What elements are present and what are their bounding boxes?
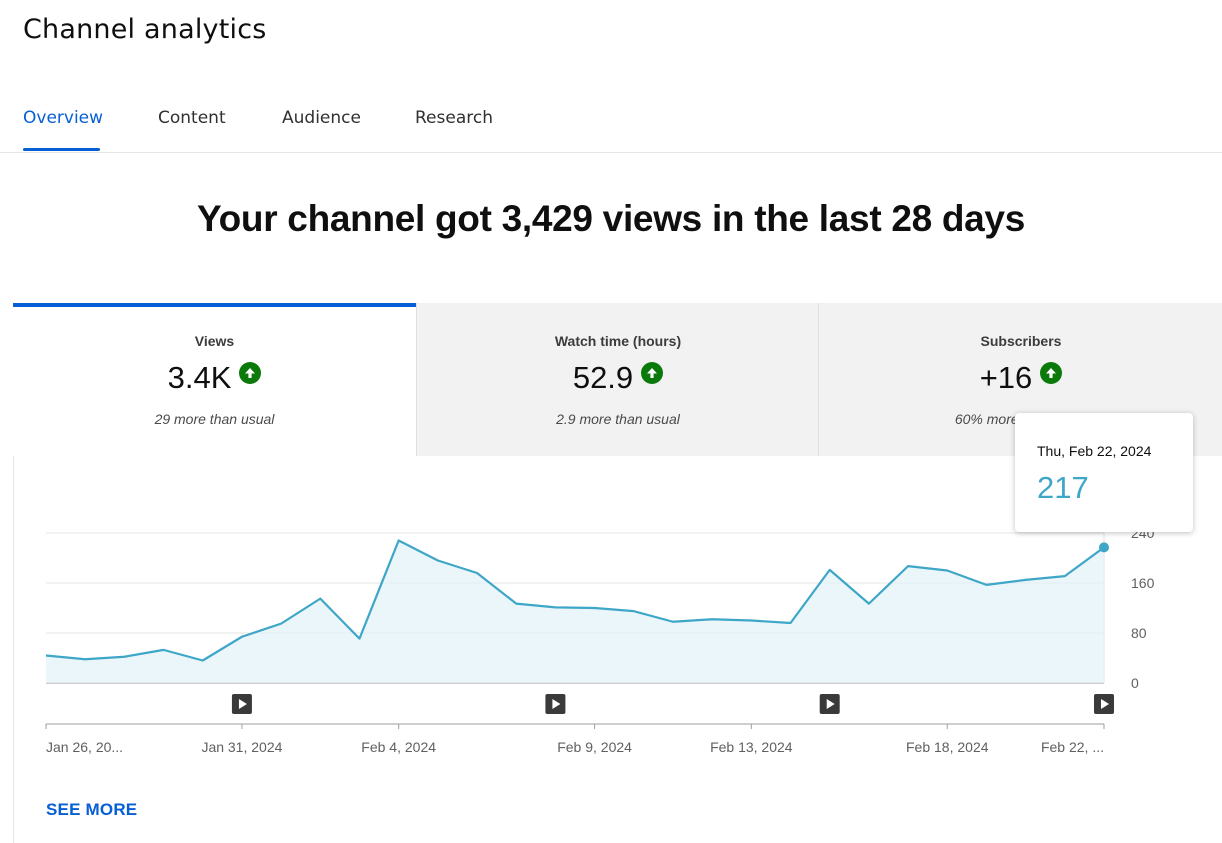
data-point xyxy=(240,635,244,639)
data-point xyxy=(397,539,401,543)
x-tick-label: Feb 13, 2024 xyxy=(710,739,793,755)
chart-tooltip: Thu, Feb 22, 2024 217 xyxy=(1015,413,1193,532)
y-tick-label: 80 xyxy=(1131,625,1147,641)
video-marker-icon xyxy=(1094,694,1114,714)
data-point xyxy=(162,648,166,652)
tooltip-value: 217 xyxy=(1037,470,1089,505)
data-point xyxy=(593,606,597,610)
data-point xyxy=(945,569,949,573)
data-point xyxy=(201,659,205,663)
views-area xyxy=(46,540,1104,683)
data-point xyxy=(749,619,753,623)
x-tick-label: Feb 18, 2024 xyxy=(906,739,989,755)
data-point xyxy=(318,597,322,601)
video-marker-icon xyxy=(231,694,252,714)
data-point xyxy=(279,622,283,626)
see-more-link[interactable]: SEE MORE xyxy=(46,800,137,820)
data-point xyxy=(553,605,557,609)
data-point xyxy=(789,621,793,625)
x-tick-label: Jan 31, 2024 xyxy=(201,739,282,755)
data-point xyxy=(671,620,675,624)
data-point xyxy=(867,602,871,606)
data-point xyxy=(632,609,636,613)
x-tick-label: Feb 9, 2024 xyxy=(557,739,632,755)
data-point xyxy=(1024,578,1028,582)
x-tick-label: Feb 4, 2024 xyxy=(361,739,436,755)
data-point xyxy=(44,654,48,658)
data-point xyxy=(1063,574,1067,578)
video-marker-icon xyxy=(819,694,840,714)
data-point xyxy=(984,583,988,587)
x-tick-label: Jan 26, 20... xyxy=(46,739,123,755)
video-marker-icon xyxy=(545,694,566,714)
data-point xyxy=(122,655,126,659)
data-point xyxy=(828,568,832,572)
data-point xyxy=(475,571,479,575)
data-point xyxy=(436,559,440,563)
x-tick-label: Feb 22, ... xyxy=(1041,739,1104,755)
data-point xyxy=(514,602,518,606)
tooltip-date: Thu, Feb 22, 2024 xyxy=(1037,443,1152,459)
data-point xyxy=(710,617,714,621)
data-point xyxy=(357,637,361,641)
y-tick-label: 0 xyxy=(1131,675,1139,691)
data-point xyxy=(83,657,87,661)
y-tick-label: 160 xyxy=(1131,575,1155,591)
highlight-point xyxy=(1099,542,1109,553)
data-point xyxy=(906,564,910,568)
